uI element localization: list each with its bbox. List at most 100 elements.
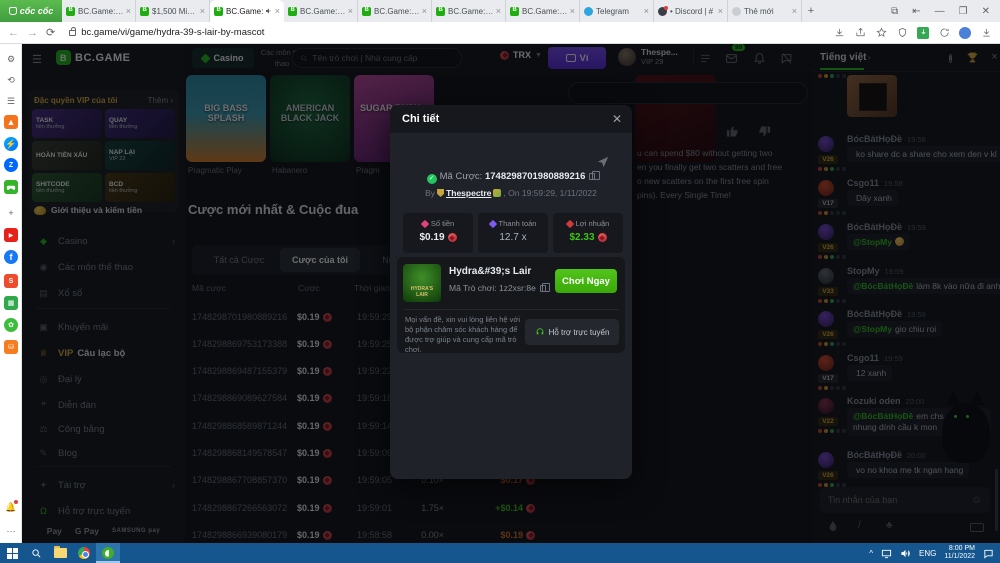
taskbar-search-button[interactable]	[24, 543, 48, 563]
modal-close-icon[interactable]: ✕	[612, 112, 622, 126]
bet-username[interactable]: Thespectre	[446, 188, 491, 198]
browser-tab[interactable]: BC.Game: Cry×	[284, 0, 358, 22]
language-indicator[interactable]: ENG	[919, 549, 936, 558]
download-manager-icon[interactable]	[917, 27, 929, 39]
start-button[interactable]	[0, 543, 24, 563]
messenger-icon[interactable]: ⚡	[4, 137, 18, 151]
modal-title: Chi tiết	[402, 113, 439, 125]
telegram-favicon	[584, 7, 593, 16]
vip-shield-icon	[437, 189, 444, 197]
browser-tab[interactable]: BC.Game: Cry×	[506, 0, 580, 22]
window-minimize-button[interactable]: —	[935, 6, 945, 17]
browser-tab[interactable]: $1,500 Midwe×	[136, 0, 210, 22]
trx-coin-icon	[598, 233, 607, 242]
tab-close-icon[interactable]: ×	[718, 6, 723, 16]
tab-close-icon[interactable]: ×	[792, 6, 797, 16]
bcgame-favicon	[214, 7, 223, 16]
save-page-icon[interactable]	[833, 27, 845, 39]
tab-close-icon[interactable]: ×	[200, 6, 205, 16]
trx-coin-icon	[448, 233, 457, 242]
tab-close-icon[interactable]: ×	[496, 6, 501, 16]
url-text[interactable]: bc.game/vi/game/hydra-39-s-lair-by-masco…	[81, 27, 264, 38]
coccoc-side-strip: ⚙ ⟲ ☰ ▲ ⚡ Z + ▶ f S ▦ ✿ ⛁ 🔔 ⋯	[0, 44, 22, 543]
lock-icon[interactable]	[69, 30, 76, 36]
file-explorer-button[interactable]	[48, 543, 72, 563]
tab-close-icon[interactable]: ×	[275, 6, 280, 16]
volume-icon[interactable]	[900, 548, 911, 559]
adblock-shield-icon[interactable]	[896, 27, 908, 39]
add-shortcut-icon[interactable]: +	[4, 206, 18, 220]
taskbar-clock[interactable]: 8:00 PM 11/1/2022	[944, 545, 975, 561]
forward-button[interactable]: →	[27, 27, 38, 39]
tab-close-icon[interactable]: ×	[422, 6, 427, 16]
live-support-button[interactable]: Hỗ trợ trực tuyến	[525, 319, 619, 345]
action-center-icon[interactable]	[983, 548, 994, 559]
bet-id-line: ✓Mã Cược: 1748298701980889216	[390, 171, 632, 184]
discord-favicon	[658, 7, 667, 16]
bookmark-star-icon[interactable]	[875, 27, 887, 39]
chat-app-icon[interactable]: ✿	[4, 318, 18, 332]
share-bet-icon[interactable]	[596, 155, 610, 169]
browser-tab[interactable]: BC.Game: Cry×	[432, 0, 506, 22]
downloads-icon[interactable]	[980, 27, 992, 39]
headset-icon	[535, 327, 545, 337]
tab-close-icon[interactable]: ×	[570, 6, 575, 16]
user-badge-icon	[493, 189, 501, 197]
newtab-favicon	[732, 7, 741, 16]
zalo-icon[interactable]: Z	[4, 158, 18, 172]
window-restore-button[interactable]: ❐	[959, 6, 968, 17]
windows-taskbar: ^ ENG 8:00 PM 11/1/2022	[0, 543, 1000, 563]
play-now-button[interactable]: Chơi Ngay	[555, 269, 617, 293]
back-button[interactable]: ←	[8, 27, 19, 39]
browser-address-bar: ← → ⟳ bc.game/vi/game/hydra-39-s-lair-by…	[0, 22, 1000, 44]
gift-box-icon[interactable]: ▦	[4, 296, 18, 310]
games-icon[interactable]	[4, 180, 18, 194]
browser-tab-discord[interactable]: • Discord | #×	[654, 0, 728, 22]
bet-meta-line: ByThespectre, On 19:59:29, 1/11/2022	[390, 188, 632, 198]
workspace-icon[interactable]: ⇤	[912, 6, 920, 17]
browser-tab[interactable]: BC.Game: Cry×	[62, 0, 136, 22]
sync-icon[interactable]	[938, 27, 950, 39]
bcgame-favicon	[140, 7, 149, 16]
new-tab-button[interactable]: +	[802, 0, 820, 22]
coccoc-button-active[interactable]	[96, 543, 120, 563]
bcgame-favicon	[510, 7, 519, 16]
stat-payout: Thanh toán 12.7 x	[478, 213, 548, 253]
tab-preview-icon[interactable]: ⧉	[891, 6, 898, 17]
bcgame-favicon	[288, 7, 297, 16]
tab-close-icon[interactable]: ×	[348, 6, 353, 16]
game-thumbnail[interactable]: HYDRA'SLAIR	[403, 264, 441, 302]
browser-tab-newtab[interactable]: Thẻ mới×	[728, 0, 802, 22]
chrome-button[interactable]	[72, 543, 96, 563]
cart-icon[interactable]: ⛁	[4, 340, 18, 354]
bcgame-favicon	[362, 7, 371, 16]
more-options-icon[interactable]: ⋯	[4, 524, 18, 538]
shopee-icon[interactable]: S	[4, 274, 18, 288]
tab-audio-icon[interactable]	[265, 7, 273, 15]
tab-close-icon[interactable]: ×	[644, 6, 649, 16]
settings-gear-icon[interactable]: ⚙	[4, 52, 18, 66]
bet-id-value[interactable]: 1748298701980889216	[485, 171, 585, 182]
hot-news-icon[interactable]: ▲	[4, 115, 18, 129]
reload-button[interactable]: ⟳	[46, 26, 55, 39]
coccoc-brand-button[interactable]: cốc cốc	[0, 0, 62, 22]
network-icon[interactable]	[881, 548, 892, 559]
history-icon[interactable]: ⟲	[4, 73, 18, 87]
browser-tab-active[interactable]: BC.Game:×	[210, 0, 284, 22]
profit-gem-icon	[565, 219, 573, 227]
reading-list-icon[interactable]: ☰	[4, 94, 18, 108]
browser-tab-strip: cốc cốc BC.Game: Cry× $1,500 Midwe× BC.G…	[0, 0, 1000, 22]
copy-icon[interactable]	[589, 173, 595, 180]
share-icon[interactable]	[854, 27, 866, 39]
tab-close-icon[interactable]: ×	[126, 6, 131, 16]
browser-tab-telegram[interactable]: Telegram×	[580, 0, 654, 22]
copy-icon[interactable]	[540, 285, 546, 292]
bcgame-favicon	[436, 7, 445, 16]
facebook-icon[interactable]: f	[4, 250, 18, 264]
hidden-icons-chevron[interactable]: ^	[869, 549, 873, 558]
browser-tab[interactable]: BC.Game: Cry×	[358, 0, 432, 22]
youtube-icon[interactable]: ▶	[4, 228, 18, 242]
window-close-button[interactable]: ✕	[982, 6, 990, 17]
notification-bell-icon[interactable]: 🔔	[4, 500, 18, 514]
profile-avatar-icon[interactable]	[959, 27, 971, 39]
